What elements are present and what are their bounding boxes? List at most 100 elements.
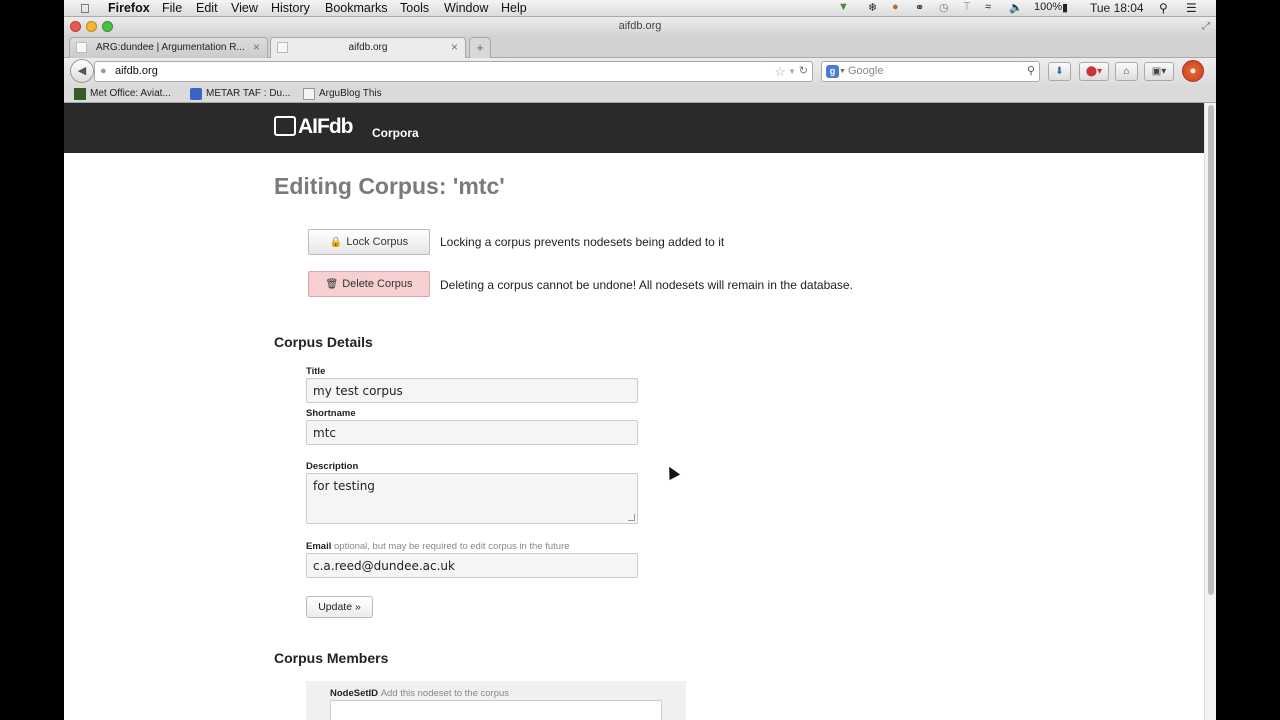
menubar-clock[interactable]: Tue 18:04: [1090, 1, 1144, 15]
menu-view[interactable]: View: [231, 1, 258, 15]
title-label: Title: [306, 366, 326, 377]
wifi-icon[interactable]: ≈: [985, 1, 991, 13]
nodeset-input[interactable]: [330, 700, 662, 720]
window-title: aifdb.org: [618, 20, 662, 32]
duckduckgo-icon[interactable]: ●: [1182, 60, 1204, 82]
new-tab-button[interactable]: +: [469, 37, 491, 58]
email-hint: optional, but may be required to edit co…: [334, 541, 570, 552]
email-input[interactable]: c.a.reed@dundee.ac.uk: [306, 553, 638, 578]
mouse-cursor-icon: [663, 463, 681, 481]
downloads-button[interactable]: ⬇: [1048, 62, 1071, 81]
menu-file[interactable]: File: [162, 1, 182, 15]
tab-label: ARG:dundee | Argumentation R...: [96, 42, 245, 53]
close-tab-icon[interactable]: ×: [451, 38, 458, 57]
nodeset-label: NodeSetID Add this nodeset to the corpus: [330, 688, 510, 699]
page-icon: [303, 88, 315, 100]
nodeset-panel: NodeSetID Add this nodeset to the corpus: [306, 681, 686, 720]
google-engine-icon[interactable]: g: [826, 65, 839, 78]
battery-icon[interactable]: ▮: [1062, 1, 1068, 14]
lock-icon: 🔒: [329, 237, 343, 248]
description-text: for testing: [313, 479, 375, 493]
menu-bar:  Firefox File Edit View History Bookmar…: [64, 0, 1216, 17]
close-window-icon[interactable]: [70, 21, 81, 32]
minimize-window-icon[interactable]: [86, 21, 97, 32]
menu-bookmarks[interactable]: Bookmarks: [325, 1, 388, 15]
delete-corpus-button[interactable]: 🗑 Delete Corpus: [308, 271, 430, 297]
bluetooth-icon[interactable]: Ꭲ: [964, 1, 971, 14]
menu-help[interactable]: Help: [501, 1, 527, 15]
apple-menu-icon[interactable]: : [80, 1, 90, 16]
window-titlebar: aifdb.org ⤢: [64, 17, 1216, 36]
back-button[interactable]: ◀: [70, 59, 94, 83]
tab-label: aifdb.org: [348, 42, 388, 53]
update-button[interactable]: Update »: [306, 596, 373, 618]
bookmark-star-icon[interactable]: ☆: [774, 62, 786, 81]
corpus-details-heading: Corpus Details: [274, 334, 373, 350]
tab-aifdb[interactable]: aifdb.org ×: [270, 37, 466, 58]
url-text: aifdb.org: [115, 65, 158, 77]
menu-tools[interactable]: Tools: [400, 1, 429, 15]
addon-button[interactable]: ▣▾: [1144, 62, 1174, 81]
evernote-icon[interactable]: ❄: [868, 1, 877, 14]
globe-icon: ●: [100, 65, 107, 77]
metar-icon: [190, 88, 202, 100]
scrollbar-thumb[interactable]: [1208, 105, 1214, 595]
nav-link-corpora[interactable]: Corpora: [372, 126, 419, 140]
search-icon[interactable]: ⚲: [1027, 62, 1035, 81]
bookmark-metar-taf[interactable]: METAR TAF : Du...: [190, 88, 291, 100]
sync-icon[interactable]: ●: [892, 1, 899, 13]
trash-icon: 🗑: [325, 279, 339, 290]
nodeset-hint: Add this nodeset to the corpus: [380, 688, 510, 699]
title-input[interactable]: my test corpus: [306, 378, 638, 403]
close-tab-icon[interactable]: ×: [253, 38, 260, 57]
search-placeholder: Google: [848, 65, 884, 77]
menu-edit[interactable]: Edit: [196, 1, 218, 15]
site-header: AIFdb Corpora: [64, 103, 1204, 153]
url-bar[interactable]: ● aifdb.org ☆ ▼ ↻: [94, 61, 813, 82]
bookmark-label: Met Office: Aviat...: [90, 88, 171, 99]
home-button[interactable]: ⌂: [1115, 62, 1138, 81]
lock-note: Locking a corpus prevents nodesets being…: [440, 235, 725, 249]
aifdb-logo[interactable]: AIFdb: [274, 115, 353, 139]
page-title: Editing Corpus: 'mtc': [274, 173, 505, 199]
reload-icon[interactable]: ↻: [799, 62, 808, 81]
page-scrollbar[interactable]: [1204, 103, 1216, 720]
search-bar[interactable]: g ▼ Google ⚲: [821, 61, 1040, 82]
lock-corpus-button[interactable]: 🔒 Lock Corpus: [308, 229, 430, 255]
dropdown-arrow-icon[interactable]: ▼: [788, 62, 796, 81]
bookmark-label: METAR TAF : Du...: [206, 88, 291, 99]
navigation-bar: ◀ ● aifdb.org ☆ ▼ ↻ g ▼ Google ⚲ ⬇ ⬤▾ ⌂ …: [64, 58, 1216, 85]
adblock-button[interactable]: ⬤▾: [1079, 62, 1109, 81]
volume-icon[interactable]: 🔈: [1009, 1, 1023, 14]
email-label: Email optional, but may be required to e…: [306, 541, 570, 552]
aifdb-logo-icon: [274, 116, 296, 136]
menu-history[interactable]: History: [271, 1, 310, 15]
menu-window[interactable]: Window: [444, 1, 488, 15]
tab-argdundee[interactable]: ARG:dundee | Argumentation R... ×: [69, 37, 268, 58]
time-machine-icon[interactable]: ◷: [939, 1, 949, 14]
corpus-members-heading: Corpus Members: [274, 650, 389, 666]
zoom-window-icon[interactable]: [102, 21, 113, 32]
bookmark-met-office[interactable]: Met Office: Aviat...: [74, 88, 171, 100]
fullscreen-icon[interactable]: ⤢: [1202, 17, 1210, 36]
battery-percent[interactable]: 100%: [1034, 1, 1062, 13]
page-icon: [277, 42, 288, 53]
description-textarea[interactable]: for testing: [306, 473, 638, 524]
headphones-icon[interactable]: ⚭: [915, 1, 924, 14]
engine-dropdown-icon[interactable]: ▼: [839, 62, 846, 81]
shortname-input[interactable]: mtc: [306, 420, 638, 445]
notification-center-icon[interactable]: ☰: [1186, 1, 1197, 15]
shortname-label: Shortname: [306, 408, 356, 419]
description-label: Description: [306, 461, 359, 472]
resize-handle-icon[interactable]: [628, 514, 635, 521]
menu-app-name[interactable]: Firefox: [108, 1, 150, 15]
page-icon: [76, 42, 87, 53]
spotlight-icon[interactable]: ⚲: [1159, 1, 1168, 15]
met-office-icon: [74, 88, 86, 100]
bookmarks-toolbar: Met Office: Aviat... METAR TAF : Du... A…: [64, 85, 1216, 103]
web-page: AIFdb Corpora Editing Corpus: 'mtc' 🔒 Loc…: [64, 103, 1204, 720]
bookmark-argublog[interactable]: ArguBlog This: [303, 88, 382, 100]
bookmark-label: ArguBlog This: [319, 88, 382, 99]
download-status-icon[interactable]: ▼: [838, 1, 849, 13]
screen:  Firefox File Edit View History Bookmar…: [64, 0, 1216, 720]
